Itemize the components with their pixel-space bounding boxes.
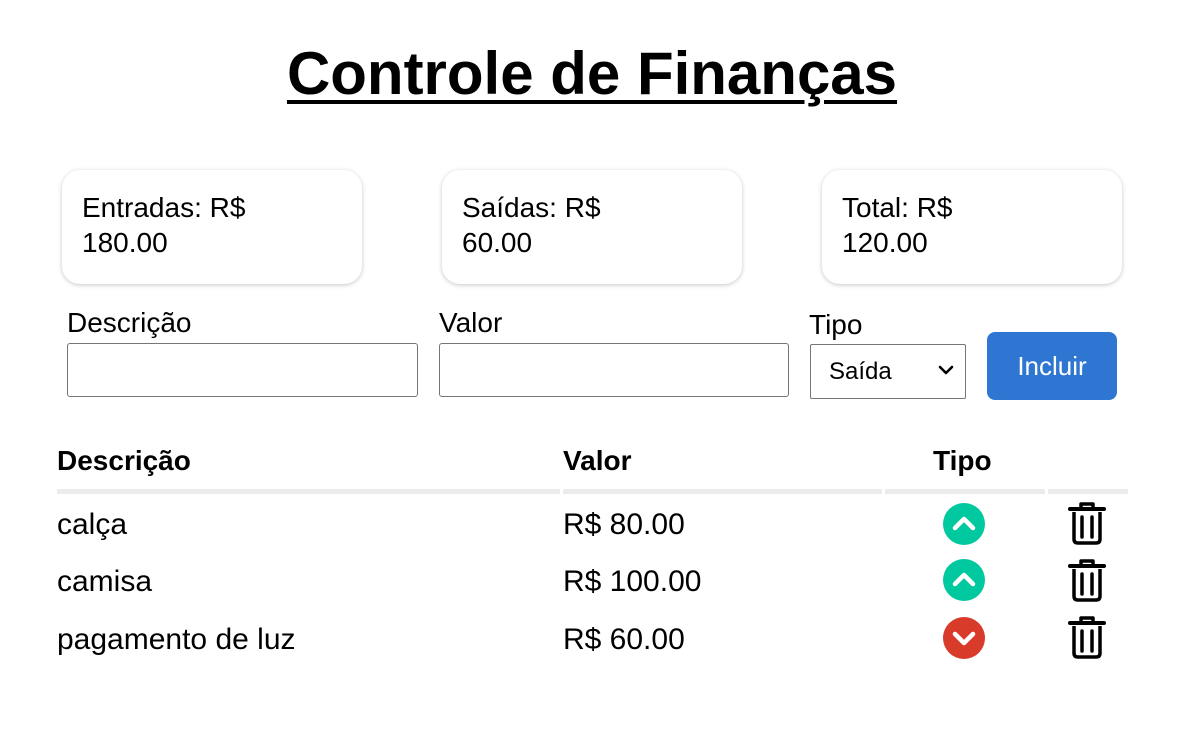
header-divider (57, 489, 560, 494)
trash-icon[interactable] (1067, 615, 1107, 659)
arrow-up-circle-icon (943, 559, 985, 601)
type-select-value: Saída (829, 357, 892, 385)
finance-app: Controle de Finanças Entradas: R$ 180.00… (0, 0, 1202, 732)
header-divider (1048, 489, 1128, 494)
income-card: Entradas: R$ 180.00 (62, 170, 362, 284)
arrow-up-circle-icon (943, 503, 985, 545)
row-description: pagamento de luz (57, 623, 296, 656)
row-amount: R$ 100.00 (563, 565, 702, 598)
total-label: Total: R$ (842, 192, 953, 223)
trash-icon[interactable] (1067, 501, 1107, 545)
page-title: Controle de Finanças (286, 40, 898, 107)
column-header-amount: Valor (563, 445, 632, 476)
type-select[interactable]: Saída (810, 344, 966, 399)
amount-label: Valor (439, 307, 503, 338)
add-button[interactable]: Incluir (987, 332, 1117, 400)
description-input[interactable] (67, 343, 418, 397)
row-description: camisa (57, 565, 153, 598)
expense-card: Saídas: R$ 60.00 (442, 170, 742, 284)
arrow-down-circle-icon (943, 617, 985, 659)
column-header-type: Tipo (933, 445, 992, 476)
header-divider (885, 489, 1045, 494)
type-label: Tipo (809, 309, 863, 340)
header-divider (563, 489, 882, 494)
total-value: 120.00 (842, 227, 928, 258)
chevron-down-icon (938, 365, 954, 375)
description-label: Descrição (67, 307, 192, 338)
trash-icon[interactable] (1067, 558, 1107, 602)
amount-input[interactable] (439, 343, 789, 397)
total-card: Total: R$ 120.00 (822, 170, 1122, 284)
expense-label: Saídas: R$ (462, 192, 601, 223)
row-description: calça (57, 508, 128, 541)
column-header-description: Descrição (57, 445, 191, 476)
expense-value: 60.00 (462, 227, 533, 258)
income-label: Entradas: R$ (82, 192, 246, 223)
row-amount: R$ 60.00 (563, 623, 685, 656)
income-value: 180.00 (82, 227, 168, 258)
row-amount: R$ 80.00 (563, 508, 685, 541)
